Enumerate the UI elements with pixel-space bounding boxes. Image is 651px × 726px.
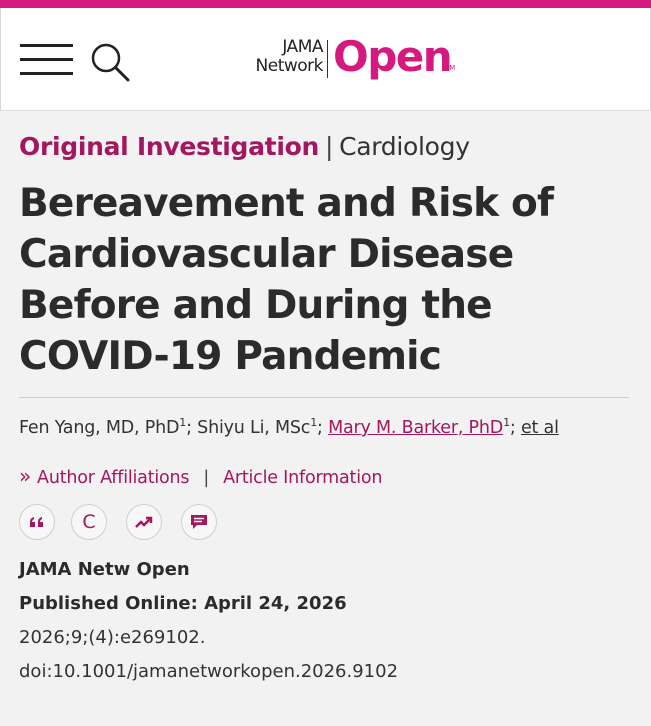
comment-icon[interactable] <box>181 504 217 540</box>
doi: doi:10.1001/jamanetworkopen.2026.9102 <box>19 661 399 682</box>
divider <box>19 397 629 398</box>
article-tools: C <box>19 504 239 542</box>
publish-date: Published Online: April 24, 2026 <box>19 593 347 614</box>
category-separator: | <box>324 132 334 161</box>
author-name: Shiyu Li, MSc <box>197 417 311 438</box>
top-accent-bar <box>0 0 651 8</box>
article-title: Bereavement and Risk of Cardiovascular D… <box>19 181 554 379</box>
metrics-icon[interactable] <box>126 504 162 540</box>
author-list: Fen Yang, MD, PhD1; Shiyu Li, MSc1; Mary… <box>19 416 559 438</box>
menu-icon[interactable] <box>20 44 73 76</box>
article-topic[interactable]: Cardiology <box>339 132 470 161</box>
author-affiliation-number: 1 <box>503 416 510 429</box>
permissions-icon[interactable]: C <box>71 504 107 540</box>
logo-open-text: Open <box>333 32 453 81</box>
article-type[interactable]: Original Investigation <box>19 132 319 161</box>
site-header: JAMA Network Open TM <box>0 8 651 111</box>
author-affiliations-link[interactable]: Author Affiliations <box>37 468 190 488</box>
article-information-link[interactable]: Article Information <box>223 468 382 488</box>
citation-volume: 2026;9;(4):e269102. <box>19 627 206 648</box>
article-category: Original Investigation | Cardiology <box>19 132 470 161</box>
journal-name: JAMA Netw Open <box>19 559 190 580</box>
search-icon[interactable] <box>90 42 132 84</box>
article-info-links: » Author Affiliations | Article Information <box>19 464 382 488</box>
jama-network-open-logo[interactable]: JAMA Network Open TM <box>247 32 467 88</box>
link-separator: | <box>203 468 210 488</box>
double-chevron-right-icon: » <box>19 464 32 488</box>
author-affiliation-number: 1 <box>310 416 318 429</box>
logo-divider <box>327 40 328 78</box>
author-link[interactable]: Mary M. Barker, PhD <box>328 418 503 438</box>
logo-trademark: TM <box>445 64 456 72</box>
et-al-link[interactable]: et al <box>521 418 559 438</box>
logo-jama-network-text: JAMA Network <box>255 37 324 76</box>
author-name: Fen Yang, MD, PhD <box>19 417 180 438</box>
citation-block: JAMA Netw Open Published Online: April 2… <box>19 553 398 689</box>
quote-icon[interactable] <box>19 504 55 540</box>
author-affiliation-number: 1 <box>179 416 187 429</box>
